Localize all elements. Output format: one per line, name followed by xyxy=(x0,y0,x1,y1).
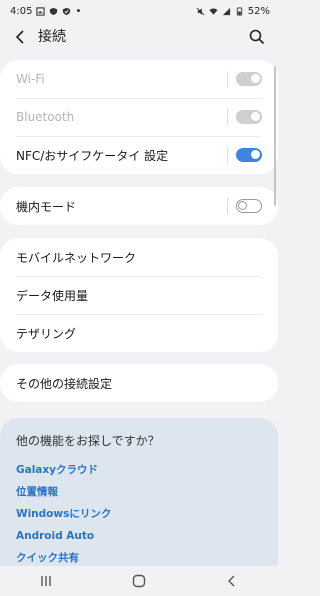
network-group: モバイルネットワーク データ使用量 テザリング xyxy=(0,238,278,352)
other-group: その他の接続設定 xyxy=(0,364,278,402)
airplane-mode-row[interactable]: 機内モード xyxy=(0,187,278,225)
link-galaxy-cloud[interactable]: Galaxyクラウド xyxy=(16,459,262,481)
nfc-toggle[interactable] xyxy=(236,148,262,162)
scrollbar[interactable] xyxy=(274,66,276,206)
mobile-network-label: モバイルネットワーク xyxy=(16,250,137,265)
shield-check-icon xyxy=(63,7,71,15)
tethering-row[interactable]: テザリング xyxy=(0,314,278,352)
nfc-label: NFC/おサイフケータイ 設定 xyxy=(16,148,169,163)
divider xyxy=(227,147,228,163)
status-bar: 4:05 • 52% xyxy=(0,0,278,22)
status-more-dot: • xyxy=(75,5,82,17)
data-usage-label: データ使用量 xyxy=(16,288,89,303)
more-connection-settings-label: その他の接続設定 xyxy=(16,376,113,391)
recents-button[interactable] xyxy=(36,571,56,591)
link-location[interactable]: 位置情報 xyxy=(16,481,262,503)
divider xyxy=(227,71,228,87)
shield-icon xyxy=(50,7,58,15)
bluetooth-row[interactable]: Bluetooth xyxy=(0,98,278,136)
suggestions-panel: 他の機能をお探しですか？ Galaxyクラウド 位置情報 Windowsにリンク… xyxy=(0,418,278,566)
wireless-group: Wi-Fi Bluetooth NFC/おサイフケータイ 設定 xyxy=(0,60,278,174)
more-connection-settings-row[interactable]: その他の接続設定 xyxy=(0,364,278,402)
wifi-row[interactable]: Wi-Fi xyxy=(0,60,278,98)
link-android-auto[interactable]: Android Auto xyxy=(16,525,262,547)
mobile-network-row[interactable]: モバイルネットワーク xyxy=(0,238,278,276)
battery-icon xyxy=(236,6,242,16)
gallery-notification-icon xyxy=(36,6,46,16)
status-left: 4:05 • xyxy=(10,6,81,17)
back-nav-icon xyxy=(227,575,235,587)
suggestions-title: 他の機能をお探しですか？ xyxy=(16,434,160,448)
app-header: 接続 xyxy=(0,22,278,52)
back-button[interactable] xyxy=(222,571,242,591)
airplane-group: 機内モード xyxy=(0,187,278,225)
navigation-bar xyxy=(0,566,278,596)
mute-icon xyxy=(196,7,205,15)
link-windows[interactable]: Windowsにリンク xyxy=(16,503,262,525)
wifi-label: Wi-Fi xyxy=(16,72,45,86)
bluetooth-toggle[interactable] xyxy=(236,110,262,124)
airplane-mode-label: 機内モード xyxy=(16,199,77,214)
recents-icon xyxy=(41,576,52,586)
wifi-icon xyxy=(209,7,218,15)
home-button[interactable] xyxy=(129,571,149,591)
wifi-toggle[interactable] xyxy=(236,72,262,86)
status-right: 52% xyxy=(196,6,270,17)
search-icon[interactable] xyxy=(248,28,266,46)
divider xyxy=(227,109,228,125)
home-icon xyxy=(132,574,146,588)
nfc-row[interactable]: NFC/おサイフケータイ 設定 xyxy=(0,136,278,174)
signal-icon xyxy=(222,7,230,15)
battery-percent: 52% xyxy=(247,5,270,17)
back-arrow-icon[interactable] xyxy=(12,28,30,46)
divider xyxy=(227,198,228,214)
bluetooth-label: Bluetooth xyxy=(16,110,75,124)
data-usage-row[interactable]: データ使用量 xyxy=(0,276,278,314)
airplane-mode-toggle[interactable] xyxy=(236,199,262,213)
status-time: 4:05 xyxy=(10,5,33,17)
page-title: 接続 xyxy=(38,29,66,45)
tethering-label: テザリング xyxy=(16,326,77,341)
